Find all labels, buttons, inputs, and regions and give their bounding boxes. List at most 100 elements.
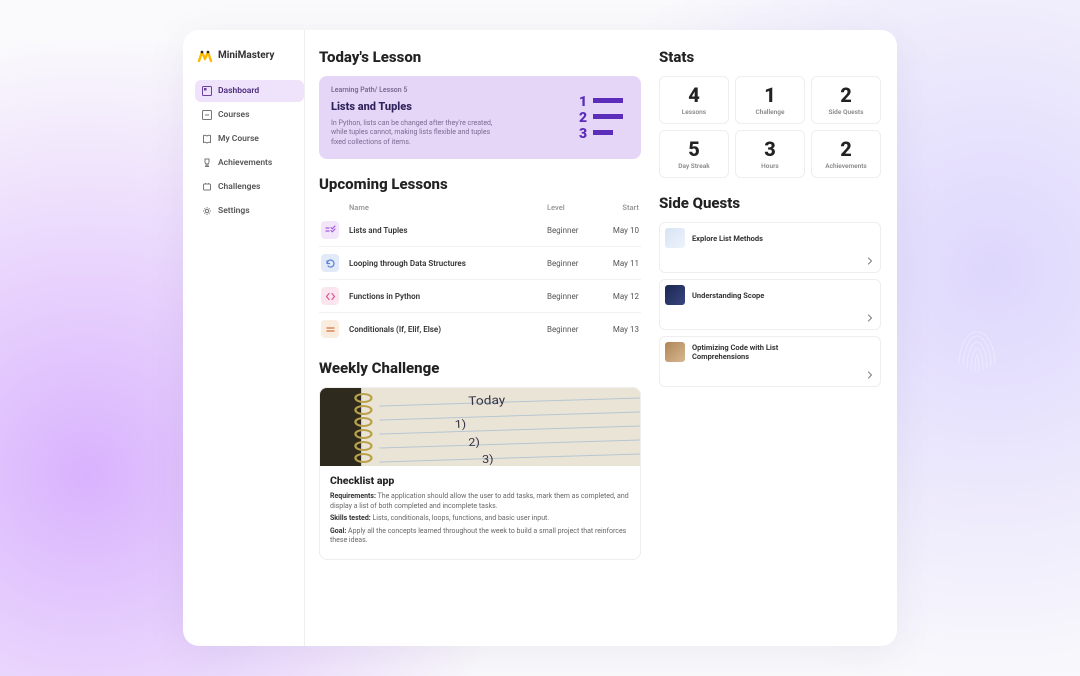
- row-level: Beginner: [547, 259, 605, 268]
- svg-text:Today: Today: [468, 394, 505, 409]
- courses-icon: [202, 110, 212, 120]
- brand-logo-icon: [197, 48, 213, 62]
- today-heading: Today's Lesson: [319, 48, 641, 66]
- stat-label: Lessons: [664, 108, 724, 116]
- nav-label: Courses: [218, 110, 250, 120]
- row-start: May 11: [605, 259, 639, 268]
- brand-name: MiniMastery: [218, 50, 274, 61]
- lesson-title: Lists and Tuples: [331, 100, 565, 113]
- weekly-challenge-card[interactable]: Today 1) 2) 3) Checklist app Requirement…: [319, 387, 641, 559]
- app-window: MiniMastery Dashboard Courses My Course …: [183, 30, 897, 646]
- row-start: May 13: [605, 325, 639, 334]
- challenge-body: Checklist app Requirements: The applicat…: [320, 466, 640, 558]
- lesson-text: Learning Path/ Lesson 5 Lists and Tuples…: [331, 86, 565, 147]
- chevron-right-icon: [866, 250, 874, 269]
- quests-heading: Side Quests: [659, 194, 881, 212]
- col-start: Start: [605, 203, 639, 212]
- label: Requirements:: [330, 492, 376, 500]
- label: Goal:: [330, 527, 346, 535]
- book-icon: [202, 134, 212, 144]
- svg-text:3: 3: [579, 126, 587, 142]
- table-row[interactable]: Looping through Data Structures Beginner…: [319, 246, 641, 279]
- chevron-right-icon: [866, 307, 874, 326]
- side-quest-item[interactable]: Optimizing Code with List Comprehensions: [659, 336, 881, 387]
- stat-label: Achievements: [816, 162, 876, 170]
- stat-value: 2: [816, 85, 876, 105]
- row-name: Functions in Python: [349, 292, 547, 301]
- upcoming-table: Lists and Tuples Beginner May 10 Looping…: [319, 214, 641, 345]
- nav-item-courses[interactable]: Courses: [195, 104, 304, 126]
- upcoming-heading: Upcoming Lessons: [319, 175, 641, 193]
- upcoming-table-header: Name Level Start: [319, 203, 641, 214]
- nav-label: Challenges: [218, 182, 260, 192]
- nav-item-challenges[interactable]: Challenges: [195, 176, 304, 198]
- sidebar: MiniMastery Dashboard Courses My Course …: [183, 30, 305, 646]
- row-name: Conditionals (If, Elif, Else): [349, 325, 547, 334]
- row-name: Lists and Tuples: [349, 226, 547, 235]
- quest-thumb: [665, 285, 685, 305]
- stat-day-streak: 5Day Streak: [659, 130, 729, 178]
- side-quest-item[interactable]: Explore List Methods: [659, 222, 881, 273]
- table-row[interactable]: Conditionals (If, Elif, Else) Beginner M…: [319, 312, 641, 345]
- stat-value: 5: [664, 139, 724, 159]
- nav-item-achievements[interactable]: Achievements: [195, 152, 304, 174]
- row-start: May 10: [605, 226, 639, 235]
- svg-text:1: 1: [579, 94, 587, 110]
- quest-title: Optimizing Code with List Comprehensions: [692, 343, 792, 361]
- nav: Dashboard Courses My Course Achievements…: [195, 80, 304, 222]
- text: Apply all the concepts learned throughou…: [330, 527, 626, 544]
- svg-text:1): 1): [454, 418, 466, 431]
- challenge-requirements: Requirements: The application should all…: [330, 492, 630, 511]
- stat-value: 3: [740, 139, 800, 159]
- dashboard-icon: [202, 86, 212, 96]
- nav-item-dashboard[interactable]: Dashboard: [195, 80, 304, 102]
- stat-hours: 3 Hours: [735, 130, 805, 178]
- ordered-list-icon: 1 2 3: [579, 92, 629, 142]
- svg-text:2: 2: [579, 110, 587, 126]
- quest-title: Explore List Methods: [692, 234, 763, 243]
- stats-grid: 4 Lessons 1 Challenge 2 Side Quests 5Day St…: [659, 76, 881, 178]
- challenge-goal: Goal: Apply all the concepts learned thr…: [330, 527, 630, 546]
- svg-text:2): 2): [468, 436, 480, 449]
- stat-lessons: 4 Lessons: [659, 76, 729, 124]
- challenge-title: Checklist app: [330, 474, 630, 487]
- col-level: Level: [547, 203, 605, 212]
- breadcrumb: Learning Path/ Lesson 5: [331, 86, 565, 94]
- challenge-skills: Skills tested: Lists, conditionals, loop…: [330, 514, 630, 523]
- equals-icon: [321, 320, 339, 338]
- main-area: Today's Lesson Learning Path/ Lesson 5 L…: [305, 30, 897, 646]
- label: Skills tested:: [330, 514, 371, 522]
- stat-label: Side Quests: [816, 108, 876, 116]
- loop-icon: [321, 254, 339, 272]
- row-level: Beginner: [547, 292, 605, 301]
- text: Lists, conditionals, loops, functions, a…: [371, 514, 549, 522]
- row-start: May 12: [605, 292, 639, 301]
- side-quest-item[interactable]: Understanding Scope: [659, 279, 881, 330]
- quest-thumb: [665, 342, 685, 362]
- svg-text:3): 3): [482, 453, 494, 466]
- fingerprint-decoration-icon: [949, 318, 1004, 378]
- checklist-icon: [321, 221, 339, 239]
- stat-label: Challenge: [740, 108, 800, 116]
- nav-label: Achievements: [218, 158, 272, 168]
- stats-heading: Stats: [659, 48, 881, 66]
- nav-item-settings[interactable]: Settings: [195, 200, 304, 222]
- stat-value: 2: [816, 139, 876, 159]
- stat-value: 4: [664, 85, 724, 105]
- table-row[interactable]: Lists and Tuples Beginner May 10: [319, 214, 641, 246]
- nav-label: Dashboard: [218, 86, 259, 96]
- stat-value: 1: [740, 85, 800, 105]
- trophy-icon: [202, 158, 212, 168]
- table-row[interactable]: Functions in Python Beginner May 12: [319, 279, 641, 312]
- chevron-right-icon: [866, 364, 874, 383]
- nav-item-my-course[interactable]: My Course: [195, 128, 304, 150]
- stat-side-quests: 2 Side Quests: [811, 76, 881, 124]
- quest-thumb: [665, 228, 685, 248]
- challenges-icon: [202, 182, 212, 192]
- side-quests-list: Explore List Methods Understanding Scope…: [659, 222, 881, 387]
- quest-title: Understanding Scope: [692, 291, 764, 300]
- stat-label: Hours: [740, 162, 800, 170]
- row-name: Looping through Data Structures: [349, 259, 547, 268]
- column-left: Today's Lesson Learning Path/ Lesson 5 L…: [319, 42, 641, 628]
- today-lesson-card[interactable]: Learning Path/ Lesson 5 Lists and Tuples…: [319, 76, 641, 159]
